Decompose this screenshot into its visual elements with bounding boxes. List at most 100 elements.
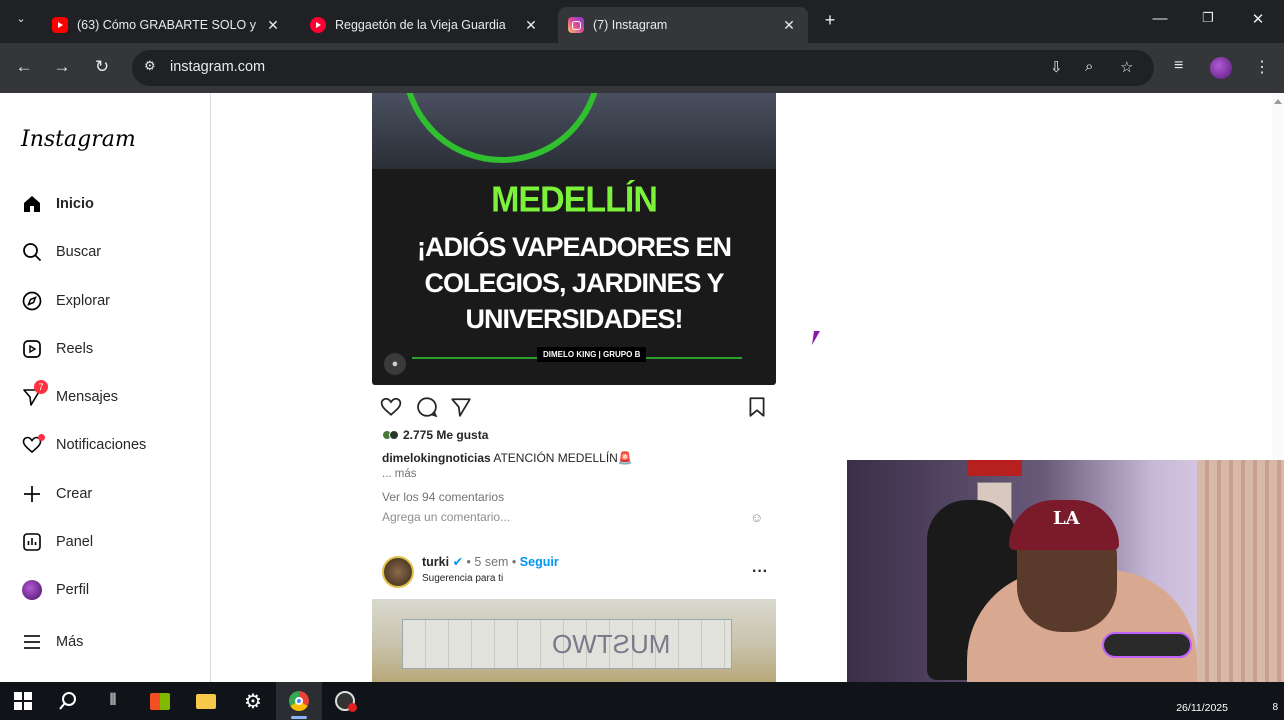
tab-title: Reggaetón de la Vieja Guardia [335,18,506,32]
sidebar-item-reels[interactable]: Reels [20,336,93,362]
notification-dot [38,434,45,441]
close-tab-icon[interactable]: ✕ [522,17,540,34]
post-username[interactable]: turki [422,555,449,569]
microsoft-store-icon[interactable] [137,682,183,720]
post-image[interactable]: MEDELLÍN ¡ADIÓS VAPEADORES EN COLEGIOS, … [372,93,776,385]
tab-youtube[interactable]: (63) Cómo GRABARTE SOLO y que ✕ [42,7,292,43]
new-tab-button[interactable]: + [818,10,842,31]
plus-icon [20,482,44,506]
reload-button[interactable]: ↻ [91,57,113,77]
search-icon[interactable] [45,682,91,720]
tagged-user-icon[interactable]: ● [384,353,406,375]
sidebar-item-label: Explorar [56,293,110,309]
restore-button[interactable]: ❐ [1196,10,1220,26]
tab-title: (63) Cómo GRABARTE SOLO y que [77,18,256,32]
sidebar-item-label: Más [56,634,84,650]
bookmark-star-icon[interactable]: ☆ [1120,58,1133,76]
compass-icon [20,289,44,313]
sidebar-item-perfil[interactable]: Perfil [20,577,89,603]
sidebar-item-explorar[interactable]: Explorar [20,288,110,314]
webcam-decor [967,460,1022,476]
zoom-icon[interactable]: ⌕ [1085,58,1093,75]
scroll-up-arrow-icon[interactable] [1274,99,1282,104]
instagram-logo[interactable]: Instagram [21,127,136,152]
windows-taskbar: ⫴ ⚙ 26/11/2025 8 [0,682,1284,720]
save-bookmark-icon[interactable] [746,396,768,424]
verified-badge-icon: ✔ [452,555,464,569]
youtube-icon [52,17,68,33]
post-subtitle: Sugerencia para ti [422,573,504,584]
add-comment-input[interactable]: Agrega un comentario... [382,510,510,524]
avatar[interactable] [382,556,414,588]
share-icon[interactable] [450,396,472,424]
close-tab-icon[interactable]: ✕ [264,17,282,34]
address-bar[interactable]: ⚙ instagram.com ⇩ ⌕ ☆ [132,50,1154,86]
tab-instagram[interactable]: (7) Instagram ✕ [558,7,808,43]
microphone [1102,632,1192,658]
tab-search-chevron-icon[interactable]: ⌄ [10,12,32,25]
post-image[interactable]: MUSTWO [372,599,776,682]
photo-graffiti-text: MUSTWO [552,629,671,659]
chart-icon [20,530,44,554]
obs-recording-icon[interactable] [322,682,368,720]
emoji-icon[interactable]: ☺ [750,510,763,525]
chrome-icon[interactable] [276,682,322,720]
cap-logo: LA [1053,508,1080,529]
messenger-icon: 7 [20,380,48,409]
sidebar-item-label: Panel [56,534,94,550]
sidebar-item-label: Mensajes [56,389,119,405]
instagram-icon [568,17,584,33]
caption-text: ATENCIÓN MEDELLÍN🚨 [493,451,633,465]
more-link[interactable]: ... más [382,468,417,480]
sidebar-item-notificaciones[interactable]: Notificaciones [20,432,146,458]
sidebar-item-panel[interactable]: Panel [20,529,93,555]
tab-title: (7) Instagram [593,18,668,32]
close-window-button[interactable]: ✕ [1246,10,1270,28]
reels-icon [20,337,44,361]
post-caption: dimelokingnoticias ATENCIÓN MEDELLÍN🚨 [382,451,633,465]
sidebar-item-mas[interactable]: Más [20,629,83,655]
likes-count[interactable]: 2.775 Me gusta [382,428,488,442]
sidebar-item-mensajes[interactable]: 7 Mensajes [20,380,119,410]
back-button[interactable]: ← [13,57,35,77]
post-username[interactable]: dimelokingnoticias [382,451,491,465]
post-subline: ¡ADIÓS VAPEADORES EN COLEGIOS, JARDINES … [416,232,732,334]
browser-tab-strip: ⌄ (63) Cómo GRABARTE SOLO y que ✕ Reggae… [0,0,1284,43]
heart-icon [20,433,45,457]
file-explorer-icon[interactable] [183,682,229,720]
youtube-music-icon [310,17,326,33]
instagram-sidebar: Instagram Inicio Buscar Explorar Reels 7… [0,93,211,682]
site-info-icon[interactable]: ⚙ [144,58,156,74]
like-heart-icon[interactable] [380,396,402,424]
sidebar-item-inicio[interactable]: Inicio [20,191,94,217]
profile-avatar[interactable] [1210,57,1232,79]
menu-kebab-icon[interactable]: ⋮ [1254,57,1270,77]
notification-count[interactable]: 8 [1272,702,1278,713]
more-options-icon[interactable]: ··· [752,563,768,581]
start-button[interactable] [0,682,46,720]
message-badge: 7 [34,380,48,394]
browser-toolbar: ← → ↻ ⚙ instagram.com ⇩ ⌕ ☆ ≡ ⋮ [0,43,1284,93]
sidebar-item-buscar[interactable]: Buscar [20,239,101,265]
taskbar-date[interactable]: 26/11/2025 [1176,702,1228,714]
settings-gear-icon[interactable]: ⚙ [230,682,276,720]
liker-avatar [389,430,399,440]
follow-button[interactable]: Seguir [520,555,559,569]
install-app-icon[interactable]: ⇩ [1050,58,1063,76]
media-control-icon[interactable]: ≡ [1174,57,1183,75]
search-icon [20,240,44,264]
sidebar-item-label: Reels [56,341,94,357]
post-time: • 5 sem • [466,555,517,569]
post-header: turki ✔ • 5 sem • Seguir Sugerencia para… [382,555,559,588]
url-text: instagram.com [170,59,266,75]
close-tab-icon[interactable]: ✕ [780,17,798,34]
minimize-button[interactable]: — [1148,10,1172,27]
sidebar-item-crear[interactable]: Crear [20,481,92,507]
sidebar-item-label: Perfil [56,582,90,598]
task-view-icon[interactable]: ⫴ [90,682,136,720]
view-comments-link[interactable]: Ver los 94 comentarios [382,490,504,504]
forward-button[interactable]: → [51,57,73,77]
comment-icon[interactable] [416,396,438,424]
tab-youtube-music[interactable]: Reggaetón de la Vieja Guardia ✕ [300,7,550,43]
sidebar-item-label: Inicio [56,196,94,212]
